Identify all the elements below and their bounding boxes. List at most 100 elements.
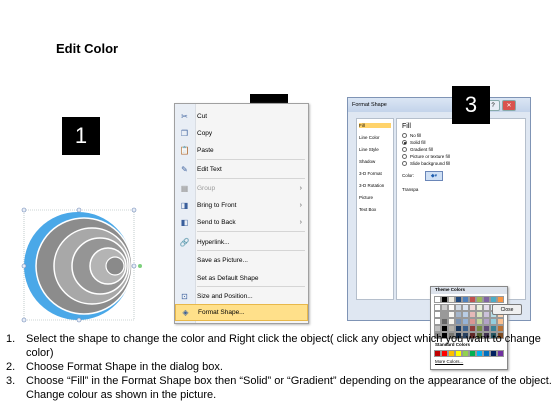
theme-color-swatch[interactable]: [490, 325, 497, 332]
theme-color-swatch[interactable]: [434, 296, 441, 303]
theme-color-swatch[interactable]: [434, 318, 441, 325]
menu-item-copy[interactable]: ❐ Copy: [175, 125, 308, 142]
theme-color-swatch[interactable]: [448, 304, 455, 311]
theme-color-swatch[interactable]: [476, 311, 483, 318]
menu-item-label: Copy: [197, 130, 213, 137]
theme-color-swatch[interactable]: [448, 311, 455, 318]
menu-item-edit-text[interactable]: ✎ Edit Text: [175, 161, 308, 178]
theme-color-swatch[interactable]: [483, 296, 490, 303]
theme-color-swatch[interactable]: [455, 318, 462, 325]
fill-option-gradient-fill[interactable]: Gradient fill: [402, 147, 433, 152]
theme-color-swatch[interactable]: [441, 304, 448, 311]
theme-color-swatch[interactable]: [448, 318, 455, 325]
fill-option-slide-background-fill[interactable]: Slide background fill: [402, 161, 450, 166]
menu-item-hyperlink[interactable]: 🔗 Hyperlink...: [175, 234, 308, 251]
fill-option-picture-or-texture-fill[interactable]: Picture or texture fill: [402, 154, 450, 159]
theme-color-swatch[interactable]: [462, 325, 469, 332]
theme-color-swatch[interactable]: [469, 325, 476, 332]
close-icon[interactable]: ✕: [502, 100, 516, 111]
nav-item-picture[interactable]: Picture: [359, 195, 391, 200]
edit-text-icon: ✎: [181, 165, 188, 174]
menu-item-paste[interactable]: 📋 Paste: [175, 142, 308, 159]
menu-item-format-shape[interactable]: ◈ Format Shape...: [175, 304, 308, 321]
menu-item-bring-to-front[interactable]: ◨ Bring to Front ›: [175, 197, 308, 214]
menu-item-label: Hyperlink...: [197, 239, 230, 246]
theme-color-swatch[interactable]: [462, 311, 469, 318]
menu-item-label: Set as Default Shape: [197, 275, 259, 282]
fill-option-solid-fill[interactable]: Solid fill: [402, 140, 426, 145]
theme-color-swatch[interactable]: [434, 311, 441, 318]
theme-color-swatch[interactable]: [469, 311, 476, 318]
color-picker-button[interactable]: ◆▾: [425, 171, 443, 181]
theme-color-swatch[interactable]: [497, 325, 504, 332]
menu-item-label: Paste: [197, 147, 214, 154]
theme-color-swatch[interactable]: [483, 304, 490, 311]
close-button[interactable]: Close: [492, 304, 522, 315]
theme-color-swatch[interactable]: [462, 318, 469, 325]
format-shape-dialog: Format Shape ? ✕ Fill Line Color Line Styl…: [347, 97, 531, 370]
theme-color-swatch[interactable]: [476, 296, 483, 303]
radio-icon: [402, 133, 407, 138]
theme-color-swatch[interactable]: [469, 304, 476, 311]
nav-item-text-box[interactable]: Text Box: [359, 207, 391, 212]
menu-item-send-to-back[interactable]: ◧ Send to Back ›: [175, 214, 308, 231]
submenu-arrow-icon: ›: [299, 185, 302, 192]
format-shape-icon: ◈: [182, 308, 189, 317]
nav-item-line-style[interactable]: Line Style: [359, 147, 391, 152]
theme-color-swatch[interactable]: [434, 304, 441, 311]
theme-color-swatch[interactable]: [441, 311, 448, 318]
menu-item-group[interactable]: ▦ Group ›: [175, 180, 308, 197]
theme-color-swatch[interactable]: [441, 325, 448, 332]
theme-color-swatch[interactable]: [455, 325, 462, 332]
color-label: Color:: [402, 173, 415, 178]
theme-color-swatch[interactable]: [455, 304, 462, 311]
theme-color-swatch[interactable]: [476, 325, 483, 332]
fill-option-label: Gradient fill: [410, 147, 433, 152]
menu-item-size-and-position[interactable]: ⊡ Size and Position...: [175, 288, 308, 305]
theme-color-swatch[interactable]: [483, 311, 490, 318]
theme-color-swatch[interactable]: [441, 296, 448, 303]
menu-item-label: Group: [197, 185, 216, 192]
theme-color-swatch[interactable]: [476, 304, 483, 311]
nav-item-3-d-format[interactable]: 3-D Format: [359, 171, 391, 176]
concentric-circles-shape[interactable]: [18, 204, 148, 324]
menu-item-label: Format Shape...: [198, 309, 245, 316]
theme-color-swatch[interactable]: [490, 318, 497, 325]
theme-color-swatch[interactable]: [497, 296, 504, 303]
fill-option-no-fill[interactable]: No fill: [402, 133, 421, 138]
theme-color-swatch[interactable]: [483, 318, 490, 325]
nav-item-3-d-rotation[interactable]: 3-D Rotation: [359, 183, 391, 188]
fill-pane: Fill Color: ◆▾ Transpa No fill Solid fill…: [396, 118, 526, 300]
transparency-label: Transpa: [402, 187, 419, 192]
theme-color-swatch[interactable]: [462, 296, 469, 303]
step-badge-3: 3: [452, 86, 490, 124]
nav-item-fill[interactable]: Fill: [359, 123, 391, 128]
radio-icon: [402, 140, 407, 145]
theme-color-swatch[interactable]: [483, 325, 490, 332]
theme-color-swatch[interactable]: [497, 318, 504, 325]
paste-icon: 📋: [179, 146, 190, 155]
submenu-arrow-icon: ›: [299, 202, 302, 209]
theme-color-swatch[interactable]: [455, 311, 462, 318]
theme-color-swatch[interactable]: [455, 296, 462, 303]
theme-color-swatch[interactable]: [462, 304, 469, 311]
format-nav-list: Fill Line Color Line Style Shadow 3-D Format…: [356, 118, 394, 300]
menu-item-set-as-default-shape[interactable]: Set as Default Shape: [175, 270, 308, 287]
theme-color-swatch[interactable]: [469, 296, 476, 303]
menu-item-save-as-picture[interactable]: Save as Picture...: [175, 252, 308, 269]
nav-item-line-color[interactable]: Line Color: [359, 135, 391, 140]
theme-color-swatch[interactable]: [434, 325, 441, 332]
menu-item-cut[interactable]: ✂ Cut: [175, 108, 308, 125]
nav-item-shadow[interactable]: Shadow: [359, 159, 391, 164]
theme-color-swatch[interactable]: [469, 318, 476, 325]
bring-front-icon: ◨: [180, 201, 189, 210]
radio-icon: [402, 147, 407, 152]
theme-color-swatch[interactable]: [441, 318, 448, 325]
menu-item-label: Edit Text: [197, 166, 222, 173]
theme-color-swatch[interactable]: [476, 318, 483, 325]
instruction-item: 1. Select the shape to change the color a…: [6, 333, 541, 359]
fill-option-label: Solid fill: [410, 140, 426, 145]
theme-color-swatch[interactable]: [490, 296, 497, 303]
theme-color-swatch[interactable]: [448, 296, 455, 303]
theme-color-swatch[interactable]: [448, 325, 455, 332]
